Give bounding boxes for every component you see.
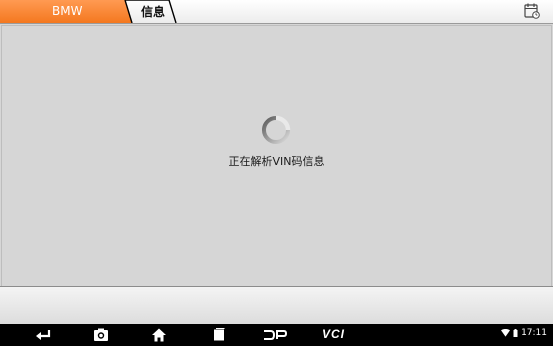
system-navbar: VCI 17:11: [0, 324, 553, 346]
tab-bmw[interactable]: BMW: [0, 0, 132, 23]
camera-icon[interactable]: [93, 327, 109, 343]
tab-info-label: 信息: [141, 5, 166, 19]
status-bar: 17:11: [501, 328, 547, 338]
loading-spinner-icon: [262, 115, 291, 144]
bottom-button-panel: [0, 286, 553, 326]
back-icon[interactable]: [34, 327, 52, 343]
loading-message: 正在解析VIN码信息: [228, 155, 325, 168]
main-content: 正在解析VIN码信息: [0, 24, 553, 286]
tab-bmw-label: BMW: [52, 4, 83, 18]
top-tab-bar: BMW 信息: [0, 0, 553, 24]
home-icon[interactable]: [151, 327, 167, 343]
vci-icon[interactable]: VCI: [322, 327, 345, 341]
calendar-icon[interactable]: [523, 2, 541, 20]
dp-icon[interactable]: [263, 327, 287, 343]
battery-icon: [513, 329, 518, 337]
recent-apps-icon[interactable]: [211, 327, 227, 343]
clock: 17:11: [521, 328, 547, 338]
wifi-icon: [501, 329, 511, 337]
tab-info[interactable]: 信息: [124, 0, 178, 23]
